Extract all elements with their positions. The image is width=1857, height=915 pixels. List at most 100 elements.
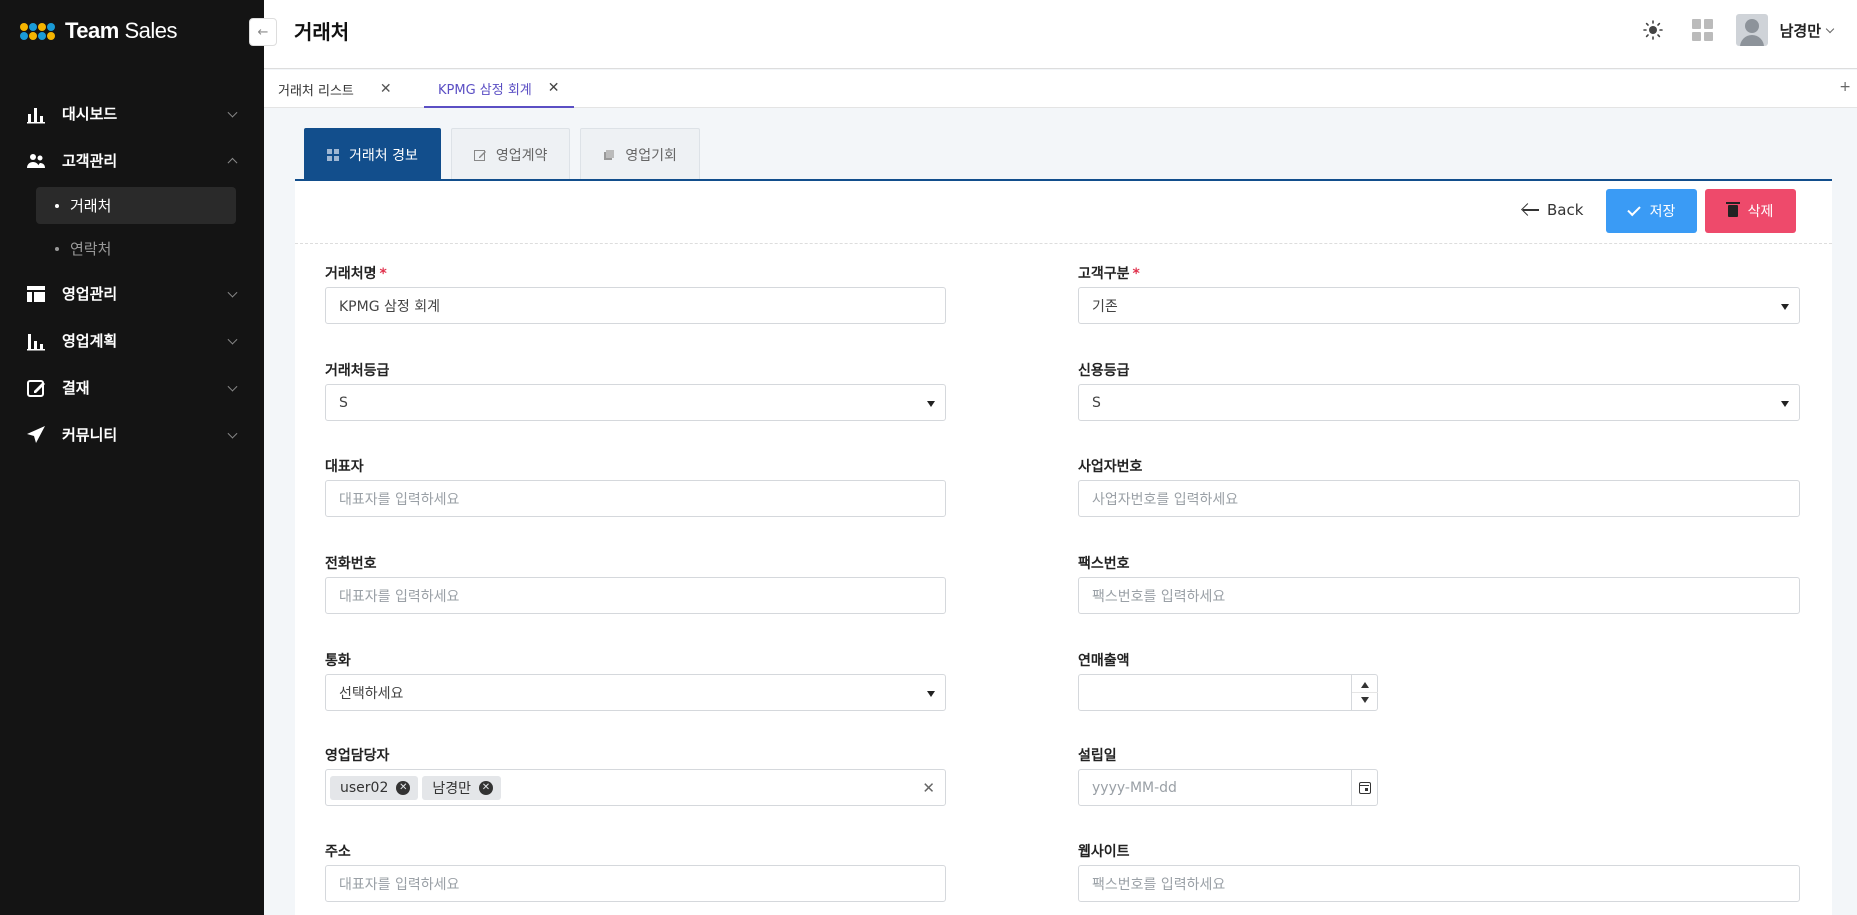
address-placeholder: 대표자를 입력하세요: [339, 876, 460, 893]
delete-button[interactable]: 삭제: [1705, 189, 1796, 233]
caret-down-icon: [927, 401, 935, 407]
sidebar-item-label: 고객관리: [62, 152, 118, 170]
annual-sales-input[interactable]: [1078, 674, 1378, 711]
calendar-button[interactable]: [1351, 770, 1377, 805]
logo[interactable]: Team Sales: [20, 16, 178, 46]
sidebar-item-label: 영업관리: [62, 285, 118, 303]
sidebar-subitem-label: 연락처: [70, 240, 112, 258]
chevron-down-icon[interactable]: [1825, 24, 1835, 33]
caret-down-icon: [1781, 304, 1789, 310]
page-title: 거래처: [294, 20, 350, 44]
phone-placeholder: 대표자를 입력하세요: [339, 588, 460, 605]
account-name-field[interactable]: KPMG 삼정 회계: [325, 287, 946, 324]
sidebar-item-label: 결재: [62, 379, 90, 397]
currency-select[interactable]: 선택하세요: [325, 674, 946, 711]
account-grade-select[interactable]: S: [325, 384, 946, 421]
caret-down-icon: [927, 691, 935, 697]
fax-label: 팩스번호: [1078, 556, 1130, 572]
detail-subtabs: 거래처 경보 영업계약 영업기회: [304, 128, 710, 180]
address-input[interactable]: 대표자를 입력하세요: [325, 865, 946, 902]
sidebar-item-approval[interactable]: 결재: [0, 364, 264, 411]
account-name-value: KPMG 삼정 회계: [339, 298, 440, 315]
website-input[interactable]: 팩스번호를 입력하세요: [1078, 865, 1800, 902]
sidebar-item-label: 대시보드: [62, 105, 118, 123]
credit-grade-select[interactable]: S: [1078, 384, 1800, 421]
sidebar-item-dashboard[interactable]: 대시보드: [0, 90, 264, 137]
apps-grid-icon[interactable]: [1691, 19, 1714, 41]
account-grade-value: S: [339, 394, 348, 411]
required-mark: *: [1132, 266, 1140, 282]
tab-sales-opportunity[interactable]: 영업기회: [580, 128, 700, 180]
phone-input[interactable]: 대표자를 입력하세요: [325, 577, 946, 614]
annual-sales-label: 연매출액: [1078, 653, 1130, 669]
close-icon[interactable]: ✕: [380, 81, 392, 97]
sidebar-item-label: 영업계획: [62, 332, 118, 350]
sidebar-item-customers[interactable]: 고객관리: [0, 137, 264, 184]
layout-icon: [26, 284, 46, 304]
account-grade-label: 거래처등급: [325, 363, 390, 379]
business-no-label: 사업자번호: [1078, 459, 1143, 475]
remove-chip-icon[interactable]: ✕: [479, 780, 493, 795]
number-stepper[interactable]: [1351, 675, 1378, 710]
user-name[interactable]: 남경만: [1780, 20, 1821, 41]
founded-placeholder: yyyy-MM-dd: [1092, 779, 1177, 796]
customer-type-label: 고객구분 *: [1078, 266, 1140, 282]
copy-icon: [603, 149, 615, 161]
chevron-down-icon: [227, 107, 238, 118]
arrow-left-icon: [1521, 203, 1539, 217]
tab-sales-contract[interactable]: 영업계약: [450, 128, 571, 180]
chart-plan-icon: [26, 331, 46, 351]
chevron-up-icon: [227, 157, 238, 168]
caret-up-icon: [1361, 682, 1369, 688]
delete-label: 삭제: [1747, 204, 1774, 220]
back-button[interactable]: Back: [1521, 201, 1583, 219]
header-actions: 남경만: [1642, 14, 1835, 46]
tab-account-info[interactable]: 거래처 경보: [304, 128, 441, 180]
sidebar-item-sales-plan[interactable]: 영업계획: [0, 317, 264, 364]
check-icon: [1626, 202, 1641, 217]
bar-chart-icon: [26, 104, 46, 124]
sidebar-item-community[interactable]: 커뮤니티: [0, 411, 264, 458]
founded-label: 설립일: [1078, 748, 1117, 764]
credit-grade-value: S: [1092, 394, 1101, 411]
logo-dot: [47, 31, 55, 40]
arrow-left-icon: ←: [257, 24, 269, 40]
close-icon[interactable]: ✕: [548, 80, 560, 96]
document-tabs: 거래처 리스트 ✕ KPMG 삼정 회계 ✕ +: [264, 70, 1857, 108]
sidebar: Team Sales 대시보드 고객관리 거래처 연락처 영업관리 영업계획 결…: [0, 0, 264, 915]
sun-icon[interactable]: [1642, 19, 1664, 41]
sales-rep-chip: 남경만 ✕: [422, 775, 501, 800]
tab-label: 거래처 경보: [349, 147, 418, 164]
chevron-down-icon: [227, 334, 238, 345]
save-button[interactable]: 저장: [1606, 189, 1697, 233]
sidebar-subitem-contacts[interactable]: 연락처: [0, 227, 264, 270]
edit-small-icon: [473, 149, 486, 161]
tab-account-list[interactable]: 거래처 리스트 ✕: [278, 70, 392, 108]
form-actions: Back 저장 삭제: [295, 181, 1832, 244]
avatar[interactable]: [1735, 14, 1768, 46]
founded-date-input[interactable]: yyyy-MM-dd: [1078, 769, 1378, 806]
trash-icon: [1725, 202, 1740, 217]
sales-rep-label: 영업담당자: [325, 748, 390, 764]
logo-dot: [20, 31, 28, 40]
currency-label: 통화: [325, 653, 351, 669]
calendar-icon: [1358, 781, 1371, 794]
tab-kpmg[interactable]: KPMG 삼정 회계 ✕: [424, 70, 574, 108]
customer-type-select[interactable]: 기존: [1078, 287, 1800, 324]
credit-grade-label: 신용등급: [1078, 363, 1130, 379]
tab-label: 거래처 리스트: [278, 83, 354, 99]
remove-chip-icon[interactable]: ✕: [396, 780, 411, 795]
ceo-input[interactable]: 대표자를 입력하세요: [325, 480, 946, 517]
add-tab-icon[interactable]: +: [1839, 79, 1851, 95]
fax-input[interactable]: 팩스번호를 입력하세요: [1078, 577, 1800, 614]
sidebar-item-sales-mgmt[interactable]: 영업관리: [0, 270, 264, 317]
logo-text: Team Sales: [65, 18, 178, 43]
clear-icon[interactable]: ✕: [922, 779, 935, 797]
business-no-input[interactable]: 사업자번호를 입력하세요: [1078, 480, 1800, 517]
website-label: 웹사이트: [1078, 844, 1130, 860]
sales-rep-multiselect[interactable]: user02 ✕ 남경만 ✕ ✕: [325, 769, 946, 806]
sidebar-subitem-accounts[interactable]: 거래처: [36, 187, 236, 224]
sidebar-collapse-button[interactable]: ←: [249, 18, 277, 46]
fax-placeholder: 팩스번호를 입력하세요: [1092, 588, 1226, 605]
bullet-icon: [55, 203, 59, 208]
